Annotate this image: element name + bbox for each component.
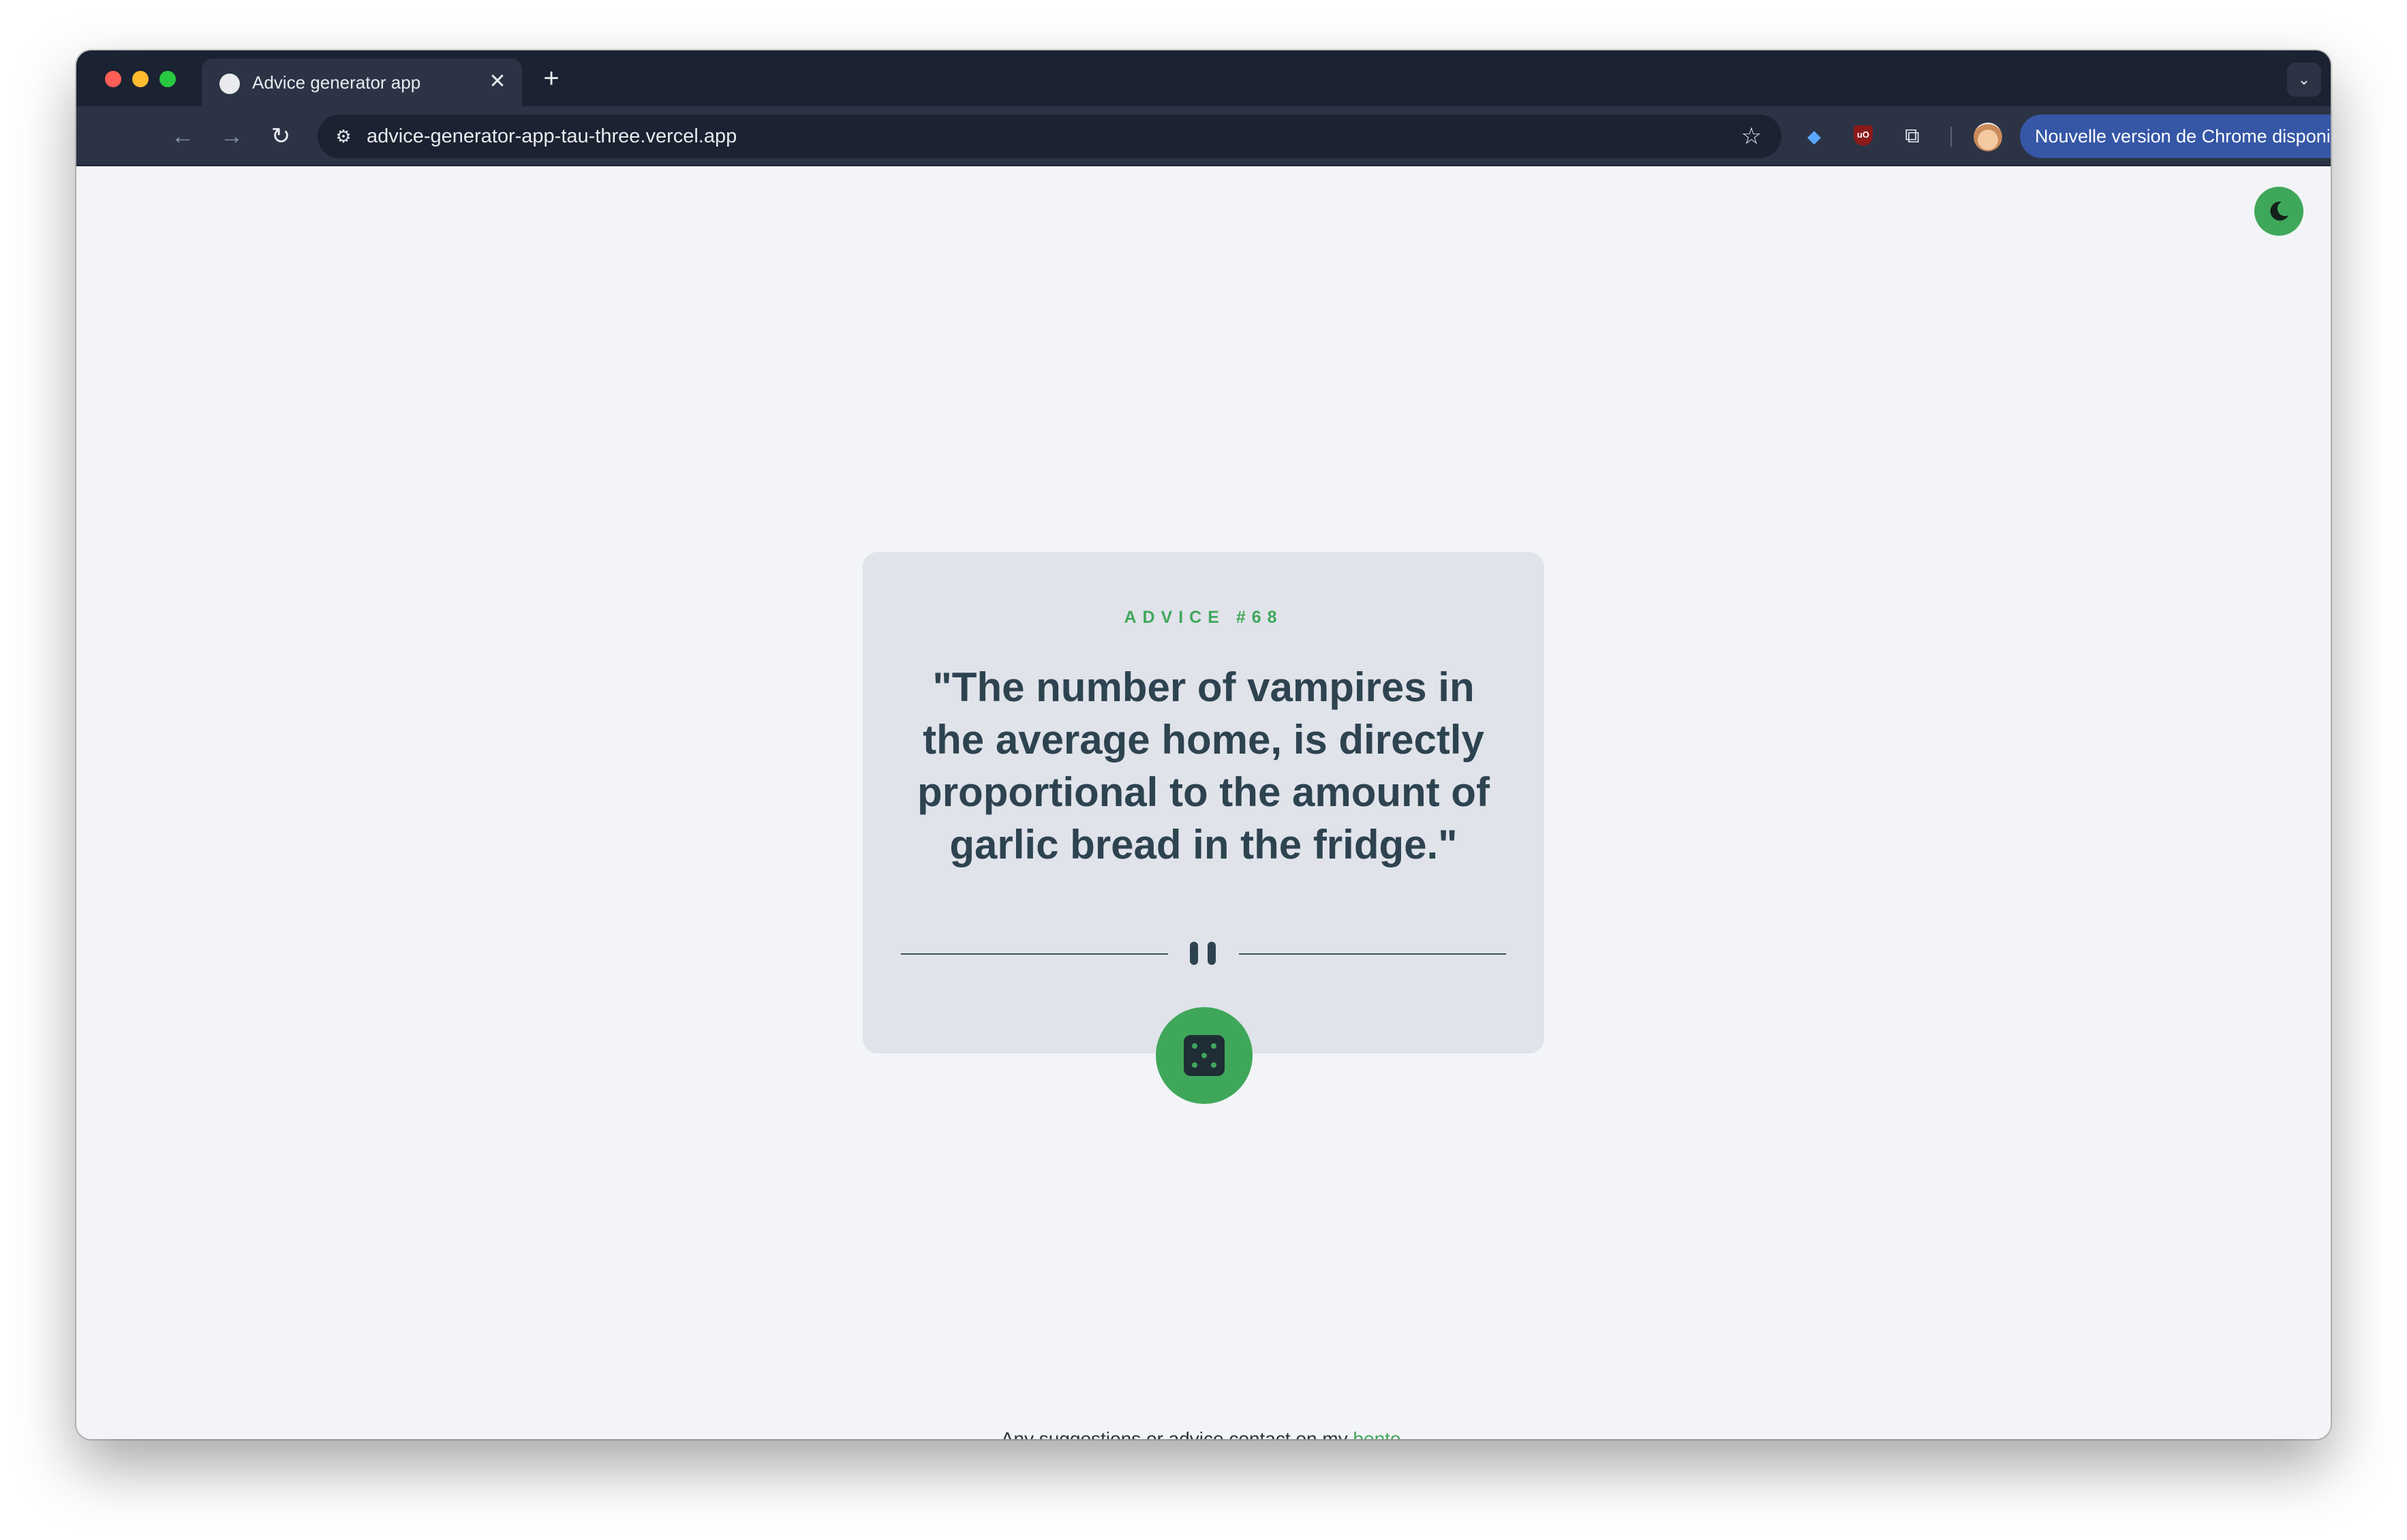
tab-search-button[interactable]: ⌄ xyxy=(2287,63,2321,97)
theme-toggle-button[interactable] xyxy=(2254,187,2303,236)
browser-toolbar: ← → ↻ ⚙ advice-generator-app-tau-three.v… xyxy=(76,106,2331,166)
site-info-icon[interactable]: ⚙ xyxy=(331,124,356,149)
bento-link[interactable]: bento xyxy=(1353,1428,1400,1439)
advice-card: ADVICE #68 "The number of vampires in th… xyxy=(863,552,1544,1053)
toolbar-divider xyxy=(1950,127,1952,147)
advice-quote: "The number of vampires in the average h… xyxy=(917,664,1490,867)
footer-suffix: . xyxy=(1400,1428,1407,1439)
url-text[interactable]: advice-generator-app-tau-three.vercel.ap… xyxy=(367,125,737,148)
close-tab-icon[interactable]: ✕ xyxy=(485,70,510,94)
bookmark-star-icon[interactable]: ☆ xyxy=(1736,121,1766,151)
pause-icon xyxy=(1190,942,1217,966)
minimize-window-button[interactable] xyxy=(132,71,149,87)
chrome-update-button[interactable]: Nouvelle version de Chrome disponible ⋮ xyxy=(2020,114,2331,158)
generate-advice-button[interactable] xyxy=(1156,1007,1253,1104)
footer-prefix: Any suggestions or advice contact on my xyxy=(1000,1428,1353,1439)
card-divider xyxy=(901,940,1506,968)
favicon-icon xyxy=(219,74,240,94)
close-window-button[interactable] xyxy=(105,71,121,87)
reload-button[interactable]: ↻ xyxy=(263,119,298,154)
back-button[interactable]: ← xyxy=(165,119,200,154)
advice-id-label: ADVICE #68 xyxy=(1124,608,1283,627)
gem-extension-icon[interactable]: ◆ xyxy=(1799,121,1829,151)
dice-icon xyxy=(1184,1035,1225,1076)
new-tab-button[interactable]: + xyxy=(536,63,567,94)
divider-line-right xyxy=(1239,953,1506,955)
browser-window: Advice generator app ✕ + ⌄ ← → ↻ ⚙ advic… xyxy=(76,50,2331,1439)
ublock-shield-icon: uO xyxy=(1854,125,1873,146)
forward-button[interactable]: → xyxy=(214,119,249,154)
tab-advice-generator[interactable]: Advice generator app ✕ xyxy=(202,59,522,106)
page-content: ADVICE #68 "The number of vampires in th… xyxy=(76,166,2331,1439)
update-chip-label: Nouvelle version de Chrome disponible xyxy=(2035,126,2331,147)
maximize-window-button[interactable] xyxy=(159,71,176,87)
address-bar[interactable]: ⚙ advice-generator-app-tau-three.vercel.… xyxy=(318,114,1781,158)
tab-title: Advice generator app xyxy=(252,72,421,93)
footer-text: Any suggestions or advice contact on my … xyxy=(76,1428,2331,1439)
tab-strip: Advice generator app ✕ + ⌄ xyxy=(76,50,2331,106)
extensions-puzzle-icon[interactable]: ⧉ xyxy=(1897,121,1927,151)
moon-icon xyxy=(2270,201,2288,221)
profile-avatar[interactable] xyxy=(1974,123,2002,151)
ublock-extension-icon[interactable]: uO xyxy=(1848,121,1878,151)
divider-line-left xyxy=(901,953,1168,955)
